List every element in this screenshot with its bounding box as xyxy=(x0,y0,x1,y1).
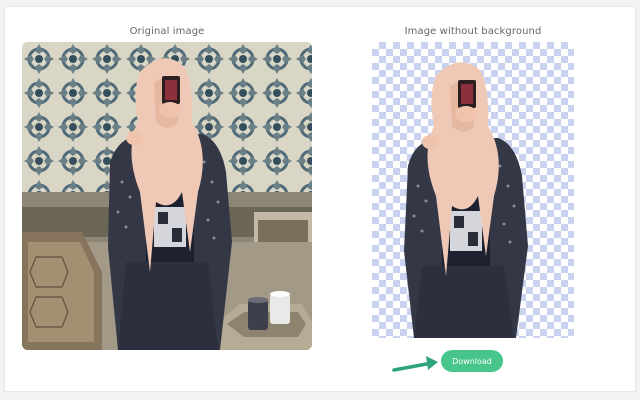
download-button[interactable]: Download xyxy=(441,350,503,372)
arrow-right-icon xyxy=(392,352,442,374)
cutout-person-illustration xyxy=(404,62,528,338)
result-image-caption: Image without background xyxy=(404,26,542,37)
original-image xyxy=(22,42,312,350)
result-image xyxy=(372,42,574,338)
original-image-caption: Original image xyxy=(129,26,205,37)
original-photo-illustration xyxy=(22,42,312,350)
